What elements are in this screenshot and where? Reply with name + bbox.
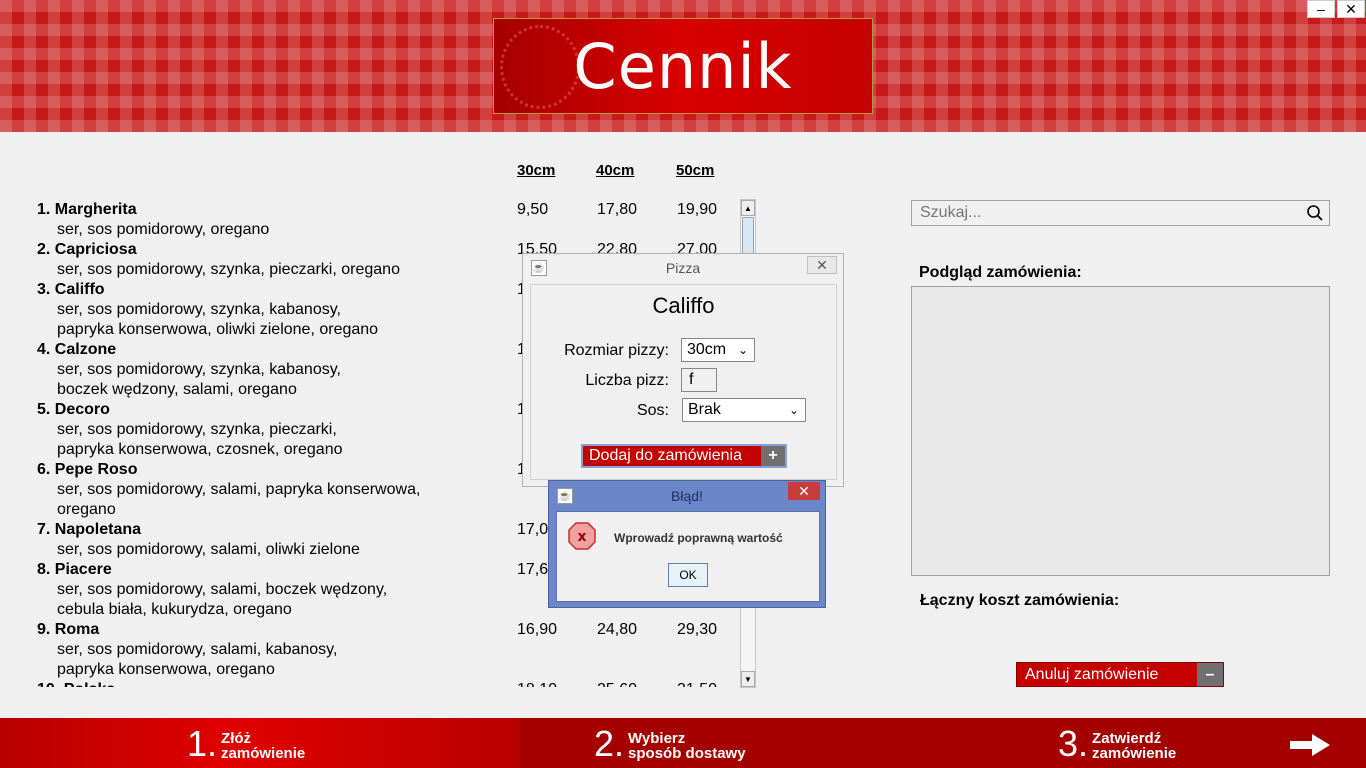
svg-text:x: x bbox=[577, 529, 586, 545]
pizza-price: 17,6 bbox=[517, 561, 549, 578]
title-box: Cennik bbox=[493, 18, 873, 114]
column-header-50cm: 50cm bbox=[676, 162, 715, 179]
pizza-decoration-icon bbox=[500, 25, 580, 109]
pizza-price: 25,60 bbox=[597, 680, 637, 687]
pizza-price: 17,80 bbox=[597, 201, 638, 218]
error-message: Wprowadź poprawną wartość bbox=[614, 531, 783, 545]
pizza-price: 19,90 bbox=[677, 201, 718, 218]
add-to-order-label: Dodaj do zamówienia bbox=[589, 447, 742, 464]
error-dialog-title: Błąd! bbox=[671, 488, 703, 504]
sauce-select[interactable]: Brak ⌄ bbox=[682, 398, 806, 422]
step-3[interactable]: 3. Zatwierdź zamówienie bbox=[1058, 726, 1176, 762]
error-icon: x bbox=[568, 522, 596, 550]
order-preview-label: Podgląd zamówienia: bbox=[919, 264, 1082, 281]
column-header-30cm: 30cm bbox=[517, 162, 556, 179]
pizza-row[interactable]: 9. Roma ser, sos pomidorowy, salami, kaba… bbox=[37, 620, 737, 680]
pizza-price: 24,80 bbox=[597, 621, 638, 638]
step-number: 1. bbox=[187, 723, 218, 764]
size-label: Rozmiar pizzy: bbox=[564, 342, 669, 359]
size-select-value: 30cm bbox=[687, 341, 727, 358]
error-dialog-body: x Wprowadź poprawną wartość OK bbox=[556, 511, 820, 602]
close-window-button[interactable]: ✕ bbox=[1337, 0, 1365, 18]
step-number: 2. bbox=[594, 723, 625, 764]
minus-icon: – bbox=[1197, 663, 1223, 686]
step-label: Wybierz sposób dostawy bbox=[628, 731, 746, 761]
pizza-ingredients: ser, sos pomidorowy, salami, kabanosy, bbox=[57, 641, 338, 658]
search-input[interactable] bbox=[912, 201, 1292, 225]
column-header-40cm: 40cm bbox=[596, 162, 635, 179]
count-label: Liczba pizz: bbox=[585, 372, 669, 389]
scroll-down-icon[interactable]: ▼ bbox=[741, 671, 755, 687]
close-icon[interactable]: ✕ bbox=[788, 482, 820, 500]
ok-button[interactable]: OK bbox=[668, 563, 708, 587]
pizza-dialog-title: Pizza bbox=[665, 260, 701, 276]
order-total-label: Łączny koszt zamówienia: bbox=[920, 592, 1120, 609]
pizza-price: 31,50 bbox=[677, 680, 717, 687]
size-select[interactable]: 30cm ⌄ bbox=[681, 338, 755, 362]
pizza-dialog: ☕ Pizza ✕ Califfo Rozmiar pizzy: 30cm ⌄ … bbox=[522, 253, 844, 487]
search-icon[interactable] bbox=[1306, 204, 1324, 222]
step-2[interactable]: 2. Wybierz sposób dostawy bbox=[594, 726, 746, 762]
step-label-line2: sposób dostawy bbox=[628, 745, 746, 762]
pizza-dialog-body: Califfo Rozmiar pizzy: 30cm ⌄ Liczba piz… bbox=[530, 284, 837, 480]
plus-icon: + bbox=[761, 446, 785, 466]
minimize-button[interactable]: – bbox=[1307, 0, 1335, 18]
pizza-row[interactable]: 1. Margherita ser, sos pomidorowy, oregan… bbox=[37, 200, 737, 240]
header-banner: Cennik bbox=[0, 0, 1366, 132]
step-1[interactable]: 1. Złóż zamówienie bbox=[187, 726, 305, 762]
step-label-line2: zamówienie bbox=[221, 745, 306, 762]
pizza-ingredients: papryka konserwowa, oregano bbox=[57, 661, 275, 678]
pizza-price: 17,0 bbox=[517, 521, 549, 538]
pizza-row[interactable]: 10. Polska18,1025,6031,50 bbox=[37, 680, 737, 687]
step-label-line2: zamówienie bbox=[1092, 745, 1177, 762]
pizza-price: 9,50 bbox=[517, 201, 549, 218]
error-dialog: ☕ Błąd! ✕ x Wprowadź poprawną wartość OK bbox=[548, 480, 826, 608]
sauce-select-value: Brak bbox=[688, 401, 721, 418]
order-preview-area bbox=[911, 286, 1330, 576]
scroll-up-icon[interactable]: ▲ bbox=[741, 200, 755, 216]
step-label: Zatwierdź zamówienie bbox=[1092, 731, 1176, 761]
next-arrow-icon[interactable] bbox=[1288, 732, 1332, 758]
pizza-price: 16,90 bbox=[517, 621, 558, 638]
pizza-price: 18,10 bbox=[517, 680, 557, 687]
chevron-down-icon: ⌄ bbox=[788, 403, 799, 417]
java-app-icon: ☕ bbox=[531, 260, 547, 276]
dialog-pizza-name: Califfo bbox=[652, 293, 715, 318]
pizza-ingredients: ser, sos pomidorowy, oregano bbox=[57, 221, 270, 238]
chevron-down-icon: ⌄ bbox=[737, 343, 748, 357]
search-box[interactable] bbox=[911, 200, 1330, 226]
pizza-dialog-titlebar: ☕ Pizza ✕ bbox=[523, 254, 843, 282]
step-number: 3. bbox=[1058, 723, 1089, 764]
steps-footer: 1. Złóż zamówienie 2. Wybierz sposób dosta… bbox=[0, 718, 1366, 768]
close-icon[interactable]: ✕ bbox=[807, 256, 837, 274]
cancel-order-label: Anuluj zamówienie bbox=[1025, 665, 1159, 683]
pizza-price: 29,30 bbox=[677, 621, 718, 638]
sauce-label: Sos: bbox=[636, 402, 669, 419]
page-title: Cennik bbox=[573, 29, 793, 103]
cancel-order-button[interactable]: Anuluj zamówienie – bbox=[1016, 662, 1224, 687]
step-label: Złóż zamówienie bbox=[221, 731, 305, 761]
count-field[interactable]: f bbox=[681, 368, 717, 392]
add-to-order-button[interactable]: Dodaj do zamówienia + bbox=[581, 444, 787, 468]
